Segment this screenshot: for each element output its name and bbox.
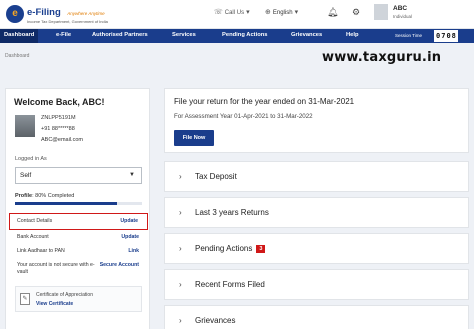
- recent-forms-label: Recent Forms Filed: [195, 280, 265, 289]
- chevron-right-icon: ›: [179, 172, 182, 181]
- certificate-box: ✎ Certificate of Appreciation View Certi…: [15, 286, 142, 312]
- certificate-title: Certificate of Appreciation: [36, 292, 93, 298]
- chevron-right-icon: ›: [179, 208, 182, 217]
- profile-photo: [15, 115, 35, 137]
- link-aadhaar-row: Link Aadhaar to PAN Link: [15, 246, 142, 258]
- secure-account-label: Your account is not secure with e-vault: [17, 262, 95, 275]
- mobile-number: +91 88*****88: [41, 126, 75, 132]
- view-certificate-link[interactable]: View Certificate: [36, 301, 73, 307]
- profile-label: Profile: [15, 193, 33, 199]
- contact-details-row: Contact Details Update: [9, 213, 148, 230]
- recent-forms-accordion[interactable]: › Recent Forms Filed: [164, 269, 469, 300]
- tax-deposit-label: Tax Deposit: [195, 172, 237, 181]
- certificate-icon: ✎: [20, 293, 30, 305]
- file-return-card: File your return for the year ended on 3…: [164, 88, 469, 153]
- logo-tagline: Anywhere Anytime: [67, 11, 105, 16]
- chevron-right-icon: ›: [179, 280, 182, 289]
- pending-actions-label: Pending Actions: [195, 244, 253, 253]
- pan-number: ZNLPP5191M: [41, 115, 76, 121]
- email-address: ABC@email.com: [41, 137, 83, 143]
- nav-efile[interactable]: e-File: [56, 32, 71, 38]
- secure-account-link[interactable]: Secure Account: [100, 262, 139, 268]
- nav-grievances[interactable]: Grievances: [291, 32, 322, 38]
- chevron-down-icon: ▾: [246, 9, 250, 16]
- file-now-button[interactable]: File Now: [174, 130, 214, 146]
- user-type: Individual: [393, 14, 413, 19]
- timer-digit: 7: [441, 32, 446, 40]
- nav-services[interactable]: Services: [172, 32, 196, 38]
- settings-icon[interactable]: ⚙: [352, 7, 360, 18]
- update-bank-link[interactable]: Update: [121, 234, 139, 240]
- file-return-subtitle: For Assessment Year 01-Apr-2021 to 31-Ma…: [174, 113, 313, 120]
- avatar[interactable]: [374, 4, 388, 20]
- call-us-label: Call Us: [224, 9, 245, 16]
- logo-subtitle: Income Tax Department, Government of Ind…: [27, 19, 108, 24]
- pending-count-badge: 3: [256, 245, 266, 253]
- efiling-logo[interactable]: e e-Filing Anywhere Anytime Income Tax D…: [6, 3, 108, 24]
- timer-digit: 0: [446, 32, 451, 40]
- file-return-title: File your return for the year ended on 3…: [174, 97, 355, 106]
- grievances-label: Grievances: [195, 316, 236, 325]
- language-selector[interactable]: ⊕ English ▾: [265, 9, 298, 16]
- call-us-menu[interactable]: ☏ Call Us ▾: [214, 9, 250, 16]
- bell-icon[interactable]: 🔔︎: [327, 7, 338, 18]
- nav-help[interactable]: Help: [346, 32, 359, 38]
- language-label: English: [272, 9, 293, 16]
- logged-in-label: Logged in As: [15, 156, 47, 162]
- grievances-accordion[interactable]: › Grievances: [164, 305, 469, 329]
- chevron-down-icon: ▾: [294, 9, 299, 16]
- link-aadhaar-link[interactable]: Link: [128, 248, 139, 254]
- contact-details-label: Contact Details: [17, 218, 53, 224]
- nav-authorised-partners[interactable]: Authorised Partners: [92, 32, 148, 38]
- user-name[interactable]: ABC: [393, 5, 407, 12]
- globe-icon: ⊕: [265, 9, 271, 16]
- profile-progress-bar: [15, 202, 142, 205]
- session-timer: 0 7 0 8: [434, 30, 458, 42]
- last-returns-accordion[interactable]: › Last 3 years Returns: [164, 197, 469, 228]
- main-nav: Dashboard e-File Authorised Partners Ser…: [0, 29, 474, 43]
- chevron-down-icon: ▼: [129, 172, 135, 178]
- bank-account-row: Bank Account Update: [15, 232, 142, 244]
- pending-actions-accordion[interactable]: › Pending Actions 3: [164, 233, 469, 264]
- profile-completion-text: : 80% Completed: [32, 193, 75, 199]
- profile-card: Welcome Back, ABC! ZNLPP5191M +91 88****…: [5, 88, 150, 329]
- logo-title: e-Filing: [27, 7, 61, 18]
- timer-digit: 0: [436, 32, 441, 40]
- session-time-label: Session Time: [395, 33, 423, 38]
- timer-digit: 8: [451, 32, 456, 40]
- breadcrumb[interactable]: Dashboard: [5, 53, 29, 59]
- role-select[interactable]: Self ▼: [15, 167, 142, 184]
- nav-dashboard[interactable]: Dashboard: [0, 29, 39, 43]
- bank-account-label: Bank Account: [17, 234, 49, 240]
- top-bar: e e-Filing Anywhere Anytime Income Tax D…: [0, 0, 474, 29]
- chevron-right-icon: ›: [179, 316, 182, 325]
- role-value: Self: [20, 172, 32, 179]
- watermark-text: www.taxguru.in: [322, 50, 442, 65]
- phone-icon: ☏: [214, 9, 223, 16]
- emblem-icon: e: [6, 4, 24, 23]
- link-aadhaar-label: Link Aadhaar to PAN: [17, 248, 65, 254]
- tax-deposit-accordion[interactable]: › Tax Deposit: [164, 161, 469, 192]
- welcome-heading: Welcome Back, ABC!: [14, 97, 105, 107]
- secure-account-row: Your account is not secure with e-vault …: [15, 260, 142, 278]
- profile-completion-label: Profile: 80% Completed: [15, 193, 74, 199]
- chevron-right-icon: ›: [179, 244, 182, 253]
- profile-progress-fill: [15, 202, 117, 205]
- nav-pending-actions[interactable]: Pending Actions: [222, 32, 268, 38]
- last-returns-label: Last 3 years Returns: [195, 208, 269, 217]
- update-contact-link[interactable]: Update: [120, 218, 138, 224]
- pending-actions-label-wrap: Pending Actions 3: [195, 244, 266, 253]
